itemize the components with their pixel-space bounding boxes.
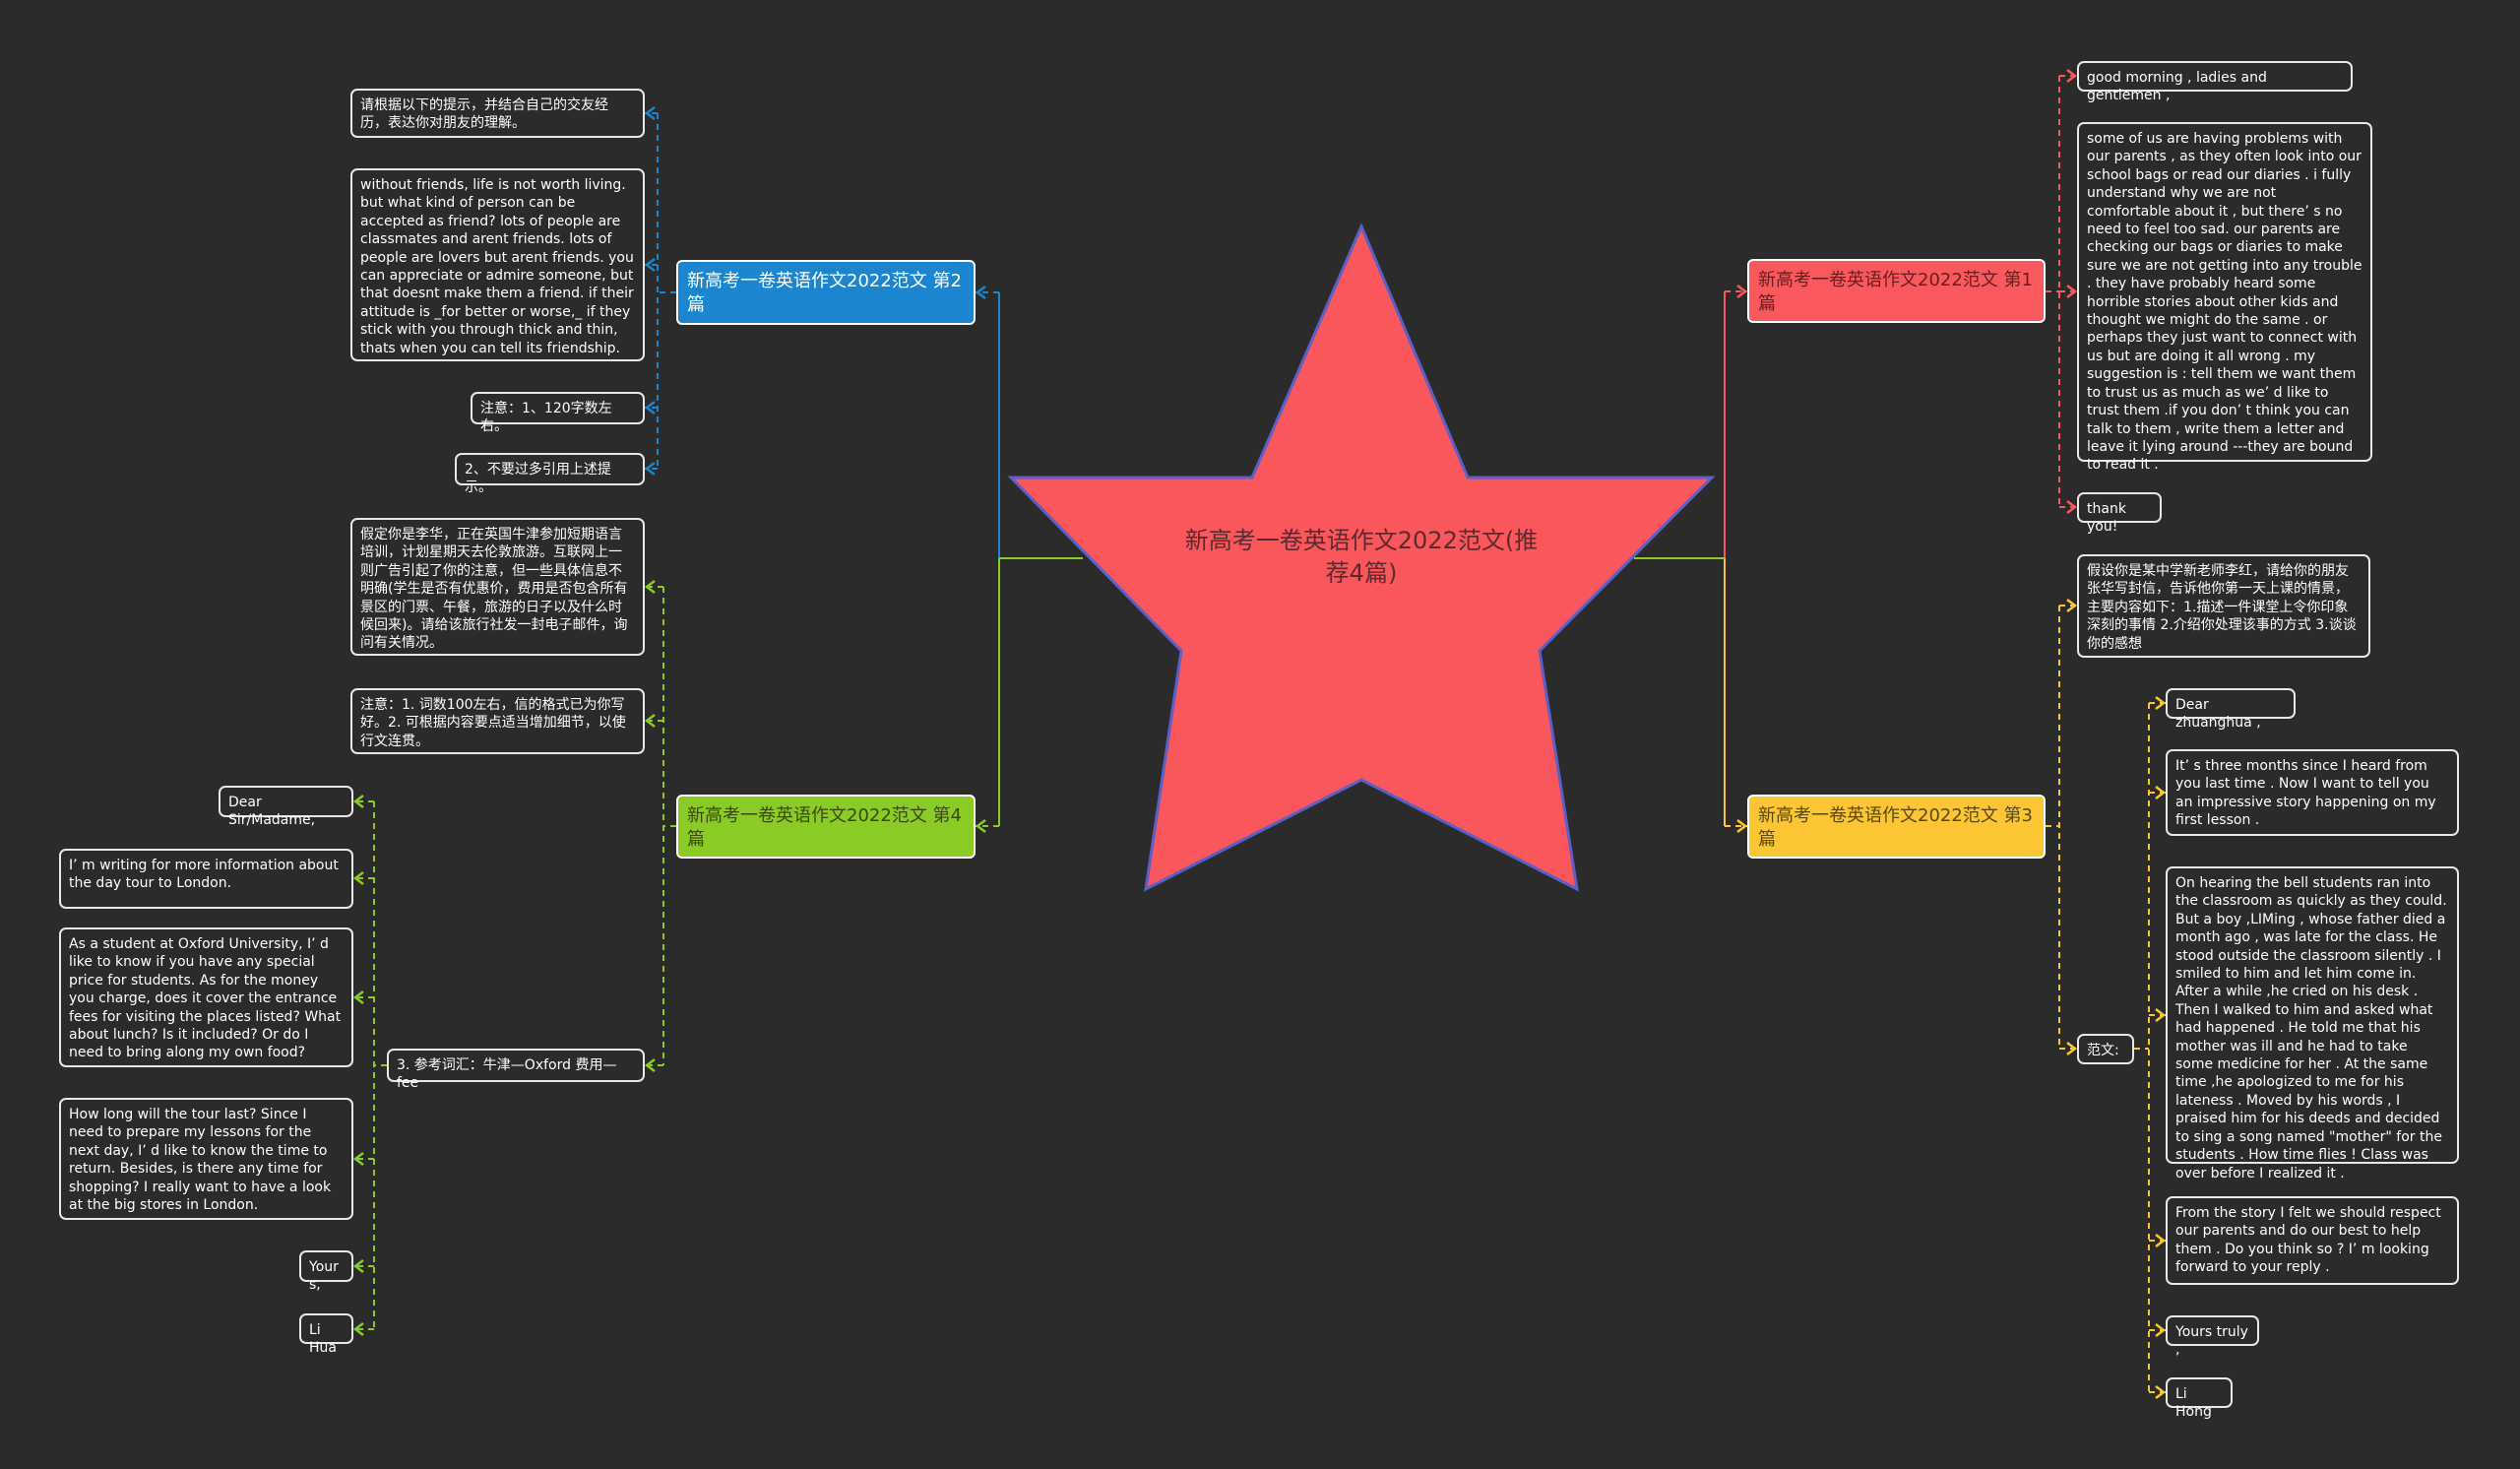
article-3-letter-greeting[interactable]: Dear zhuanghua , bbox=[2166, 688, 2296, 731]
branch-article-4[interactable]: 新高考一卷英语作文2022范文 第4篇 bbox=[676, 795, 976, 859]
article-4-letter-closing[interactable]: Yours, bbox=[299, 1250, 353, 1293]
article-1-body[interactable]: some of us are having problems with our … bbox=[2077, 122, 2372, 473]
article-2-note-1[interactable]: 注意：1、120字数左右。 bbox=[471, 392, 645, 434]
article-1-closing[interactable]: thank you! bbox=[2077, 492, 2162, 535]
article-4-letter-para-1[interactable]: I’ m writing for more information about … bbox=[59, 849, 353, 909]
article-2-prompt[interactable]: 请根据以下的提示，并结合自己的交友经历，表达你对朋友的理解。 bbox=[350, 89, 645, 138]
article-3-prompt[interactable]: 假设你是某中学新老师李红，请给你的朋友张华写封信，告诉他你第一天上课的情景，主要… bbox=[2077, 554, 2370, 658]
article-2-note-2[interactable]: 2、不要过多引用上述提示。 bbox=[455, 453, 645, 495]
branch-article-2[interactable]: 新高考一卷英语作文2022范文 第2篇 bbox=[676, 260, 976, 325]
central-topic[interactable]: 新高考一卷英语作文2022范文(推荐4篇) bbox=[1184, 525, 1539, 590]
article-4-note[interactable]: 注意：1. 词数100左右，信的格式已为你写好。2. 可根据内容要点适当增加细节… bbox=[350, 688, 645, 754]
article-4-letter-greeting[interactable]: Dear Sir/Madame, bbox=[219, 786, 353, 828]
article-4-prompt[interactable]: 假定你是李华，正在英国牛津参加短期语言培训，计划星期天去伦敦旅游。互联网上一则广… bbox=[350, 518, 645, 656]
article-3-letter-closing[interactable]: Yours truly , bbox=[2166, 1315, 2259, 1358]
branch-article-3[interactable]: 新高考一卷英语作文2022范文 第3篇 bbox=[1747, 795, 2046, 859]
article-4-letter-para-3[interactable]: How long will the tour last? Since I nee… bbox=[59, 1098, 353, 1220]
article-3-letter-para-2[interactable]: On hearing the bell students ran into th… bbox=[2166, 866, 2459, 1182]
article-3-letter-para-1[interactable]: It’ s three months since I heard from yo… bbox=[2166, 749, 2459, 836]
article-3-letter-para-3[interactable]: From the story I felt we should respect … bbox=[2166, 1196, 2459, 1285]
article-2-reading[interactable]: without friends, life is not worth livin… bbox=[350, 168, 645, 361]
article-4-letter-para-2[interactable]: As a student at Oxford University, I’ d … bbox=[59, 927, 353, 1067]
article-4-vocabulary[interactable]: 3. 参考词汇：牛津—Oxford 费用—fee bbox=[387, 1049, 645, 1091]
branch-article-1[interactable]: 新高考一卷英语作文2022范文 第1篇 bbox=[1747, 259, 2046, 323]
article-4-letter-signature[interactable]: Li Hua bbox=[299, 1313, 353, 1356]
article-3-sample-label[interactable]: 范文: bbox=[2077, 1034, 2134, 1064]
article-1-greeting[interactable]: good morning , ladies and gentlemen , bbox=[2077, 61, 2353, 103]
article-3-letter-signature[interactable]: Li Hong bbox=[2166, 1377, 2233, 1420]
